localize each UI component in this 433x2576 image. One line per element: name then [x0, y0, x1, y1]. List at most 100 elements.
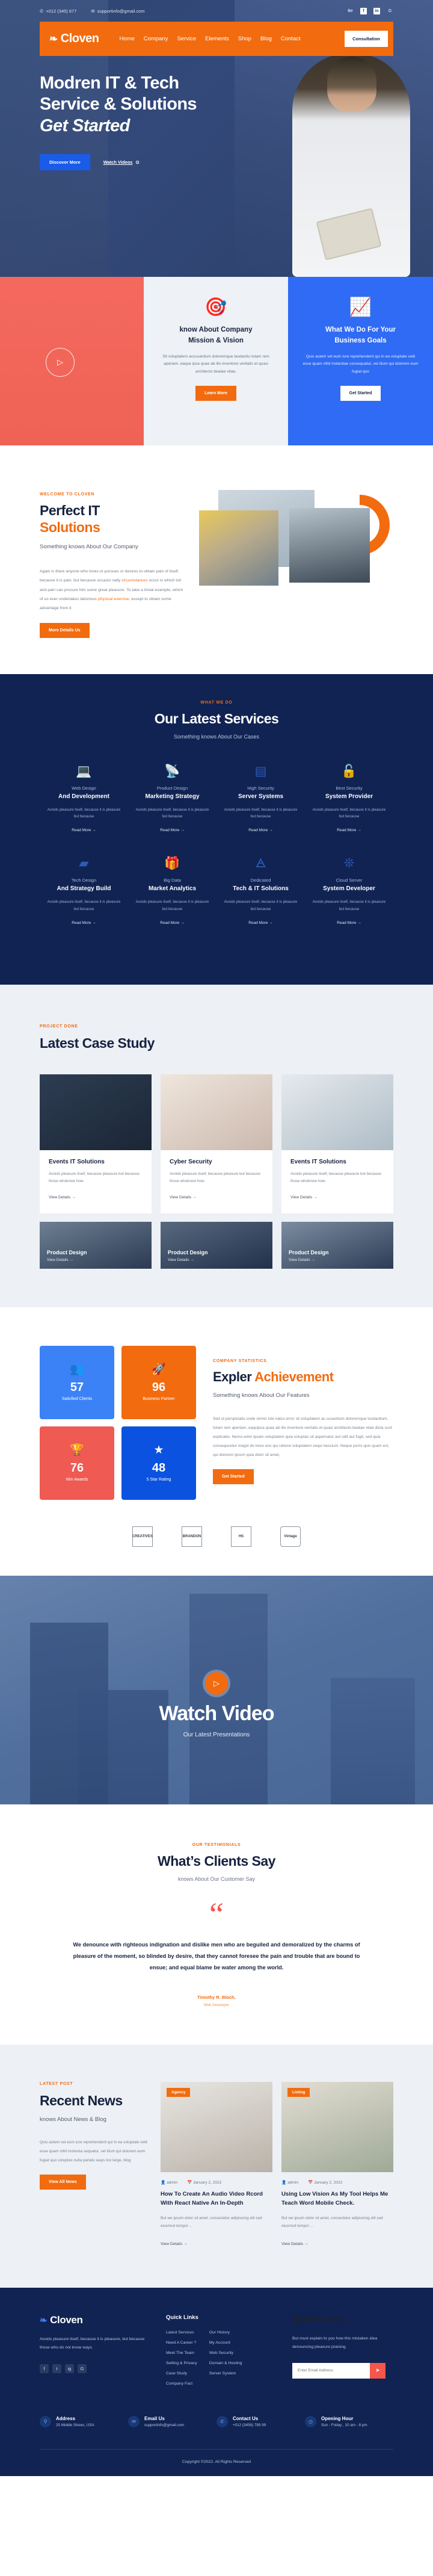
case-wide-link[interactable]: View Details →	[289, 1258, 329, 1262]
case-card[interactable]: Cyber Security Avoids pleasure itself, b…	[161, 1074, 272, 1213]
case-view-details[interactable]: View Details →	[170, 1195, 197, 1200]
view-all-news-button[interactable]: View All News	[40, 2175, 86, 2190]
send-icon[interactable]: ➤	[370, 2362, 385, 2379]
brand-logo-hs: HS	[231, 1526, 251, 1547]
service-card[interactable]: 💻 Web Design And Development Avoids plea…	[40, 765, 128, 835]
google-icon[interactable]: G	[387, 8, 393, 14]
case-card[interactable]: Events IT Solutions Avoids pleasure itse…	[281, 1074, 393, 1213]
rocket-icon: 🚀	[152, 1363, 166, 1376]
case-wide-card[interactable]: Product Design View Details →	[40, 1221, 152, 1269]
service-title: And Development	[58, 793, 109, 800]
footer-link[interactable]: Domain & Hosting	[209, 2361, 242, 2365]
facebook-icon[interactable]: f	[40, 2364, 49, 2373]
facebook-icon[interactable]: f	[360, 7, 367, 14]
nav-item-shop[interactable]: Shop	[238, 36, 251, 42]
more-details-button[interactable]: More Details Us	[40, 622, 90, 638]
news-view-details[interactable]: View Details →	[161, 2242, 188, 2246]
learn-more-button[interactable]: Learn More	[195, 386, 236, 401]
service-card[interactable]: 🔓 Best Security System Provider Avoids p…	[305, 765, 393, 835]
footer-link[interactable]: My Account	[209, 2341, 242, 2345]
location-icon: ⚲	[40, 2416, 51, 2428]
nav-item-contact[interactable]: Contact	[281, 36, 301, 42]
instagram-icon[interactable]: ig	[65, 2364, 74, 2373]
play-icon[interactable]: ▷	[46, 348, 75, 377]
case-wide-card[interactable]: Product Design View Details →	[281, 1221, 393, 1269]
case-card[interactable]: Events IT Solutions Avoids pleasure itse…	[40, 1074, 152, 1213]
footer-link[interactable]: Company Fact	[166, 2382, 197, 2386]
news-card[interactable]: Agency 👤 admin 📅 January 2, 2022 How To …	[161, 2082, 272, 2248]
get-started-button[interactable]: Get Started	[340, 386, 381, 401]
service-read-more[interactable]: Read More →	[160, 921, 184, 925]
twitter-icon[interactable]: t	[52, 2364, 61, 2373]
stats-get-started-button[interactable]: Get Started	[213, 1469, 254, 1485]
service-read-more[interactable]: Read More →	[337, 828, 361, 832]
service-read-more[interactable]: Read More →	[72, 828, 96, 832]
about-body-highlight-1[interactable]: circumstances	[121, 578, 147, 583]
play-icon[interactable]: ▷	[205, 1671, 228, 1695]
phone-icon: ✆	[40, 8, 44, 14]
news-author: 👤 admin	[281, 2180, 298, 2185]
footer-link[interactable]: Meet The Team	[166, 2351, 197, 2355]
nav-item-home[interactable]: Home	[119, 36, 134, 42]
behance-icon[interactable]: Be	[347, 8, 354, 14]
footer-link[interactable]: Web Security	[209, 2351, 242, 2355]
case-view-details[interactable]: View Details →	[290, 1195, 318, 1200]
nav-item-blog[interactable]: Blog	[260, 36, 272, 42]
service-read-more[interactable]: Read More →	[248, 921, 272, 925]
service-read-more[interactable]: Read More →	[337, 921, 361, 925]
news-date-text: January 2, 2022	[314, 2181, 343, 2185]
service-read-more[interactable]: Read More →	[248, 828, 272, 832]
footer-link[interactable]: Server System	[209, 2371, 242, 2376]
footer-link[interactable]: Our History	[209, 2330, 242, 2335]
footer-link[interactable]: Setting & Privacy	[166, 2361, 197, 2365]
service-card[interactable]: ▤ High Security Server Systems Avoids pl…	[216, 765, 305, 835]
stat-value: 48	[152, 1461, 166, 1475]
news-author-name: admin	[287, 2181, 299, 2185]
service-title: Market Analytics	[148, 885, 197, 893]
news-card[interactable]: Listing 👤 admin 📅 January 2, 2022 Using …	[281, 2082, 393, 2248]
news-card-title: Using Low Vision As My Tool Helps Me Tea…	[281, 2191, 388, 2207]
service-card[interactable]: ▰ Tech Design And Strategy Build Avoids …	[40, 857, 128, 927]
about-body-highlight-2[interactable]: physical exercise	[98, 597, 129, 601]
case-wide-card[interactable]: Product Design View Details →	[161, 1221, 272, 1269]
topbar-email-text: supportinfo@gmail.com	[97, 8, 145, 14]
case-wide-link[interactable]: View Details →	[47, 1258, 87, 1262]
nav-item-elements[interactable]: Elements	[205, 36, 229, 42]
footer-logo[interactable]: ❧ Cloven	[40, 2314, 154, 2326]
service-read-more[interactable]: Read More →	[160, 828, 184, 832]
stats-title: Expler Achievement	[213, 1369, 393, 1385]
news-tag[interactable]: Agency	[167, 2088, 191, 2098]
nav-item-company[interactable]: Company	[144, 36, 168, 42]
footer-link[interactable]: Need A Career ?	[166, 2341, 197, 2345]
footer-link[interactable]: Case Study	[166, 2371, 197, 2376]
stat-label: Saticfied Clients	[61, 1396, 93, 1401]
stat-value: 57	[70, 1380, 84, 1394]
footer-link[interactable]: Latest Services	[166, 2330, 197, 2335]
watch-videos-link[interactable]: Watch Videos ⊙	[103, 159, 140, 165]
topbar-phone[interactable]: ✆ +012 (345) 677	[40, 8, 76, 14]
site-logo[interactable]: ❧ Cloven	[49, 32, 99, 46]
service-card[interactable]: ❊ Cloud Server System Developer Avoids p…	[305, 857, 393, 927]
network-icon: ❊	[343, 856, 355, 871]
service-text: Avoids pleasure itself, because it is pl…	[224, 807, 298, 819]
case-thumbnail	[40, 1074, 152, 1150]
nav-item-service[interactable]: Service	[177, 36, 196, 42]
consultation-button[interactable]: Consultation	[345, 31, 388, 47]
feature-video-card[interactable]: ▷	[0, 277, 144, 445]
service-card[interactable]: 🜁 Dedicated Tech & IT Solutions Avoids p…	[216, 857, 305, 927]
case-view-details[interactable]: View Details →	[49, 1195, 76, 1200]
brand-logo-brandon: BRANDON	[182, 1526, 202, 1547]
feature-goals-text: Quis autem vel eum iure reprehenderit qu…	[302, 354, 419, 374]
service-read-more[interactable]: Read More →	[72, 921, 96, 925]
service-card[interactable]: 📡 Product Design Marketing Strategy Avoi…	[128, 765, 216, 835]
google-icon[interactable]: G	[78, 2364, 87, 2373]
discover-more-button[interactable]: Discover More	[40, 154, 90, 171]
case-wide-link[interactable]: View Details →	[168, 1258, 208, 1262]
email-field[interactable]	[292, 2362, 370, 2379]
linkedin-icon[interactable]: in	[373, 7, 380, 14]
service-small-label: Best Security	[336, 785, 363, 791]
news-view-details[interactable]: View Details →	[281, 2242, 309, 2246]
news-tag[interactable]: Listing	[287, 2088, 310, 2098]
topbar-email[interactable]: ✉ supportinfo@gmail.com	[91, 8, 144, 14]
service-card[interactable]: 🎁 Big Data Market Analytics Avoids pleas…	[128, 857, 216, 927]
